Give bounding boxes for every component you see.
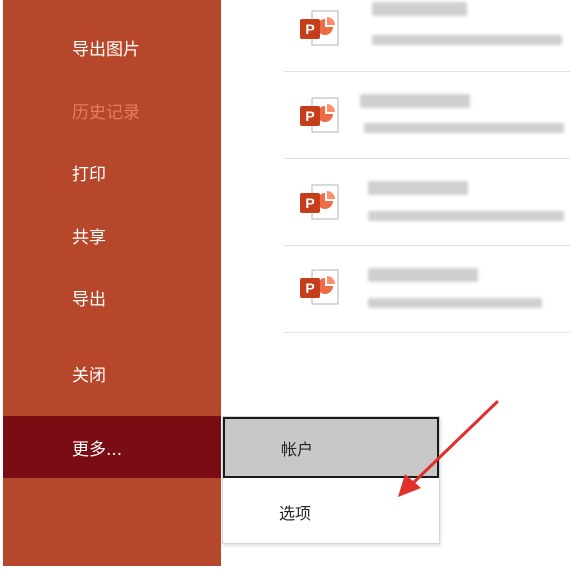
sidebar-item-label: 更多... <box>72 439 123 460</box>
backstage-sidebar: 导出图片 历史记录 打印 共享 导出 关闭 更多... <box>3 0 221 566</box>
list-item[interactable]: P <box>284 72 570 159</box>
svg-text:P: P <box>305 108 314 124</box>
list-item[interactable]: P <box>284 246 570 333</box>
sidebar-item-export[interactable]: 导出 <box>3 267 221 327</box>
sidebar-item-label: 导出图片 <box>72 39 140 60</box>
menu-item-account[interactable]: 帐户 <box>223 417 439 478</box>
powerpoint-icon: P <box>300 97 339 133</box>
sidebar-item-label: 打印 <box>72 164 106 185</box>
sidebar-item-label: 导出 <box>72 289 106 310</box>
sidebar-item-label: 共享 <box>72 227 106 248</box>
powerpoint-icon: P <box>300 269 339 305</box>
sidebar-item-more[interactable]: 更多... <box>3 416 221 478</box>
menu-item-options[interactable]: 选项 <box>223 481 439 543</box>
sidebar-item-close[interactable]: 关闭 <box>3 343 221 403</box>
menu-item-label: 帐户 <box>281 439 314 459</box>
svg-text:P: P <box>305 21 314 37</box>
menu-item-label: 选项 <box>279 504 312 523</box>
more-dropdown-menu: 帐户 选项 <box>222 416 440 544</box>
list-item[interactable]: P <box>284 0 570 72</box>
sidebar-item-label: 历史记录 <box>72 102 140 123</box>
powerpoint-icon: P <box>300 10 339 46</box>
powerpoint-icon: P <box>300 184 339 220</box>
sidebar-item-print[interactable]: 打印 <box>3 142 221 202</box>
sidebar-item-label: 关闭 <box>72 365 106 386</box>
svg-text:P: P <box>305 280 314 296</box>
list-item[interactable]: P <box>284 159 570 246</box>
sidebar-item-export-image[interactable]: 导出图片 <box>3 17 221 77</box>
sidebar-item-history[interactable]: 历史记录 <box>3 80 221 140</box>
svg-text:P: P <box>305 195 314 211</box>
sidebar-item-share[interactable]: 共享 <box>3 205 221 265</box>
